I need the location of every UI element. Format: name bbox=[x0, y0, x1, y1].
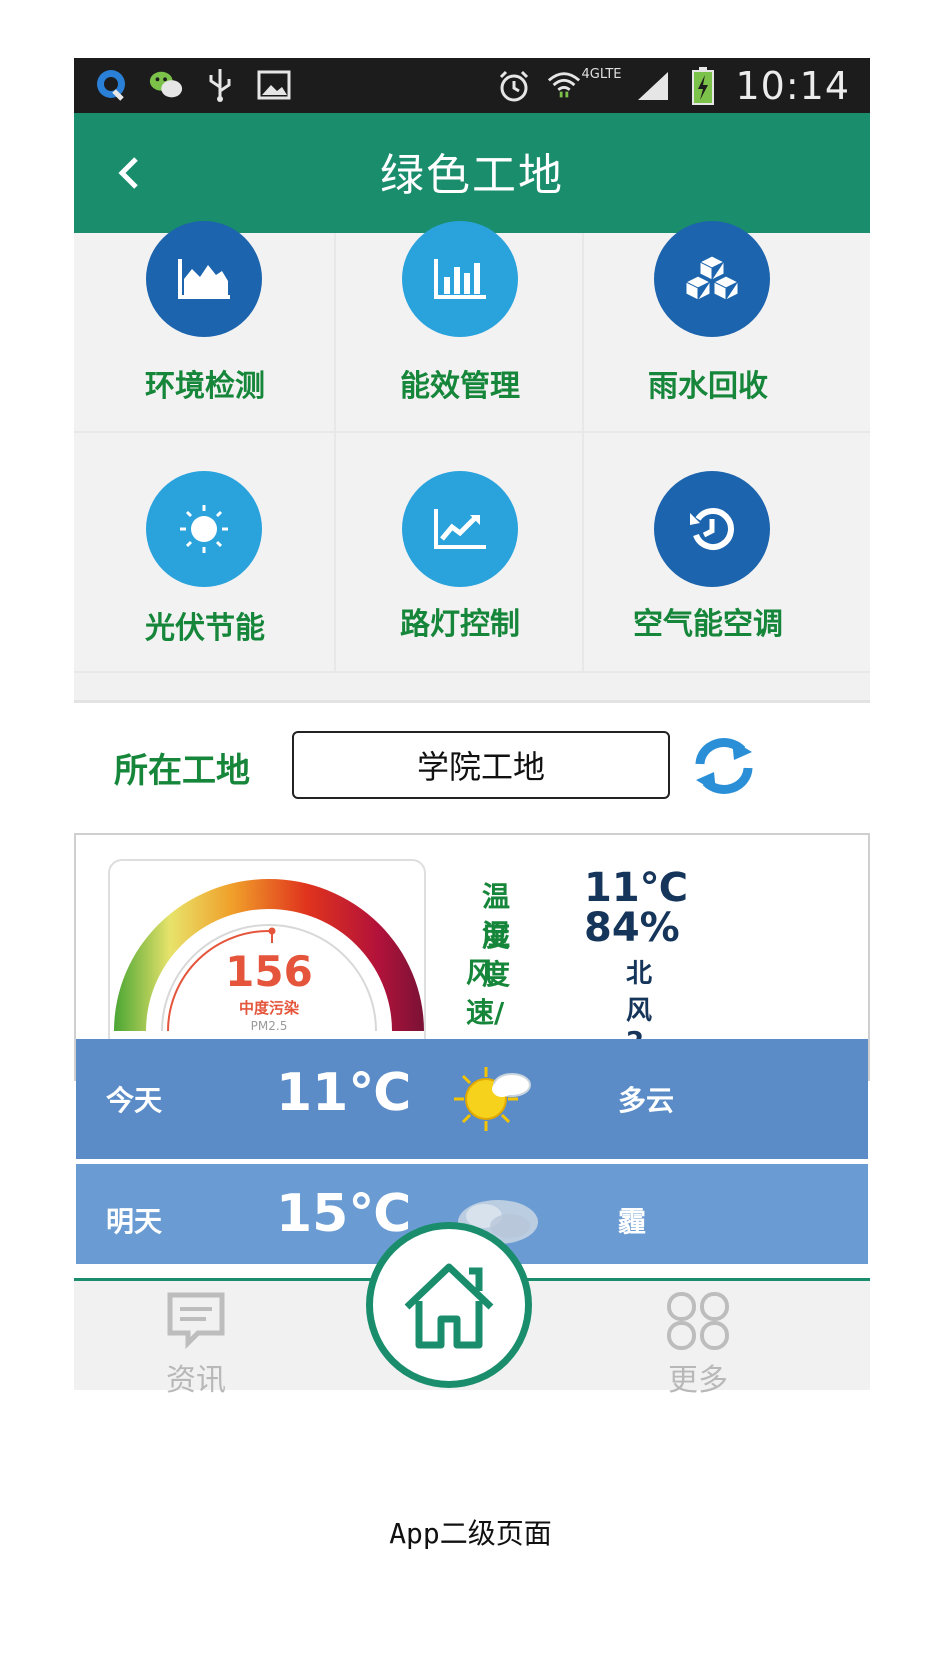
refresh-button[interactable] bbox=[686, 731, 762, 801]
alarm-icon bbox=[496, 68, 532, 104]
signal-icon bbox=[635, 68, 671, 104]
usb-icon bbox=[202, 67, 238, 103]
status-time: 10:14 bbox=[735, 64, 850, 108]
status-bar: 4GLTE 10:14 bbox=[74, 58, 870, 113]
page-caption: App二级页面 bbox=[389, 1517, 552, 1550]
weather-row-today: 今天 11℃ 多云 bbox=[76, 1039, 868, 1159]
cubes-icon bbox=[654, 221, 770, 337]
feature-grid: 环境检测 能效管理 雨水回收 光伏节能 路灯控制 空气能空调 bbox=[74, 221, 870, 703]
feature-label: 空气能空调 bbox=[633, 607, 783, 642]
trend-chart-icon bbox=[402, 471, 518, 587]
home-icon bbox=[404, 1263, 494, 1349]
site-selector-row: 所在工地 学院工地 bbox=[74, 703, 870, 823]
feature-streetlight-control[interactable]: 路灯控制 bbox=[336, 433, 584, 673]
feature-rainwater-recycling[interactable]: 雨水回收 bbox=[584, 221, 870, 433]
partly-cloudy-icon bbox=[450, 1061, 540, 1141]
area-chart-icon bbox=[146, 221, 262, 337]
wifi-icon bbox=[546, 68, 582, 104]
title-bar: 绿色工地 bbox=[74, 113, 870, 233]
weather-desc: 多云 bbox=[618, 1084, 675, 1117]
weather-day: 明天 bbox=[106, 1205, 163, 1238]
home-button[interactable] bbox=[366, 1222, 532, 1388]
bar-chart-icon bbox=[402, 221, 518, 337]
aqi-level: 中度污染 bbox=[238, 999, 299, 1017]
status-right-icons: 4GLTE 10:14 bbox=[496, 64, 850, 108]
aqi-gauge: 156 中度污染 PM2.5 bbox=[108, 859, 426, 1051]
weather-day: 今天 bbox=[106, 1084, 163, 1117]
refresh-icon bbox=[695, 738, 753, 794]
grid-icon bbox=[667, 1292, 729, 1350]
sun-icon bbox=[146, 471, 262, 587]
nav-more[interactable]: 更多 bbox=[638, 1291, 758, 1398]
app-q-icon bbox=[94, 67, 130, 103]
aqi-value: 156 bbox=[225, 947, 313, 996]
nav-news[interactable]: 资讯 bbox=[136, 1291, 256, 1398]
nav-more-label: 更多 bbox=[668, 1363, 728, 1398]
feature-label: 路灯控制 bbox=[400, 607, 520, 642]
nav-news-label: 资讯 bbox=[166, 1363, 226, 1398]
message-icon bbox=[167, 1292, 225, 1349]
image-icon bbox=[256, 67, 292, 103]
phone-screen: 4GLTE 10:14 绿色工地 环境检测 能效管理 雨水回收 光伏节能 路灯控… bbox=[74, 58, 870, 1472]
feature-energy-management[interactable]: 能效管理 bbox=[336, 221, 584, 433]
page-title: 绿色工地 bbox=[380, 150, 564, 201]
humidity-value: 84% bbox=[584, 905, 680, 951]
status-left-icons bbox=[94, 67, 292, 103]
feature-air-conditioning[interactable]: 空气能空调 bbox=[584, 433, 870, 673]
weather-desc: 霾 bbox=[618, 1205, 647, 1238]
feature-label: 能效管理 bbox=[400, 369, 520, 404]
battery-icon bbox=[685, 67, 721, 105]
weather-temp: 11℃ bbox=[276, 1063, 412, 1123]
history-icon bbox=[654, 471, 770, 587]
feature-label: 环境检测 bbox=[145, 369, 265, 404]
wechat-icon bbox=[148, 67, 184, 103]
weather-temp: 15℃ bbox=[276, 1184, 412, 1244]
feature-environment-monitoring[interactable]: 环境检测 bbox=[74, 221, 336, 433]
feature-solar-energy[interactable]: 光伏节能 bbox=[74, 433, 336, 673]
site-label: 所在工地 bbox=[114, 751, 250, 791]
site-dropdown[interactable]: 学院工地 bbox=[292, 731, 670, 799]
network-type: 4GLTE bbox=[581, 66, 622, 82]
feature-label: 光伏节能 bbox=[145, 611, 265, 646]
aqi-metric: PM2.5 bbox=[250, 1019, 288, 1033]
feature-label: 雨水回收 bbox=[648, 369, 768, 404]
